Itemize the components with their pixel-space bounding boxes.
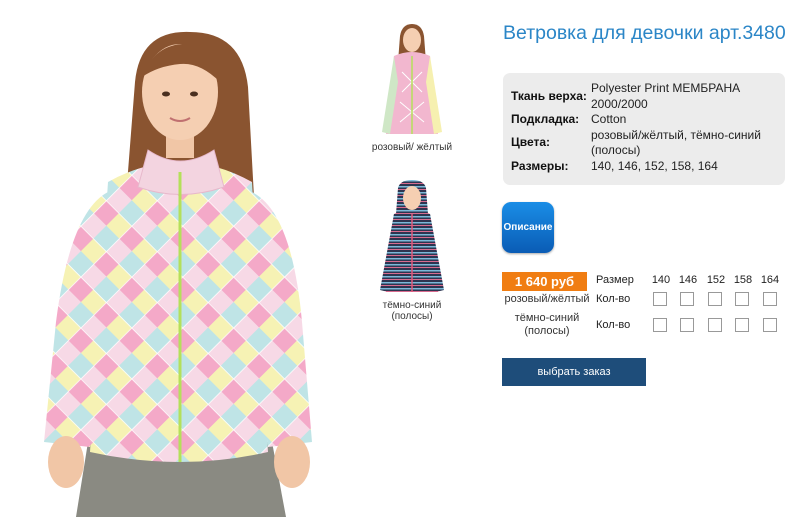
size-column-label: Размер bbox=[596, 274, 634, 286]
size-header: 164 bbox=[760, 274, 780, 286]
specs-table: Ткань верха: Polyester Print МЕМБРАНА 20… bbox=[511, 81, 779, 174]
spec-value: Polyester Print МЕМБРАНА 2000/2000 bbox=[591, 81, 741, 111]
order-button[interactable]: выбрать заказ bbox=[502, 358, 646, 386]
qty-checkbox[interactable] bbox=[735, 318, 749, 332]
size-header: 146 bbox=[678, 274, 698, 286]
qty-checkbox[interactable] bbox=[763, 292, 777, 306]
spec-key: Подкладка: bbox=[511, 112, 580, 126]
row-color-name: розовый/жёлтый bbox=[504, 293, 590, 305]
pink-yellow-jacket-photo-icon bbox=[382, 24, 442, 134]
price-badge: 1 640 руб bbox=[502, 272, 587, 291]
thumbnail-pink-yellow[interactable]: розовый/ жёлтый bbox=[370, 22, 454, 153]
spec-row: Цвета: розовый/жёлтый, тёмно-синий (поло… bbox=[511, 128, 779, 159]
thumbnail-label: тёмно-синий (полосы) bbox=[382, 300, 442, 322]
size-header: 140 bbox=[651, 274, 671, 286]
qty-checkbox[interactable] bbox=[763, 318, 777, 332]
qty-checkbox[interactable] bbox=[680, 292, 694, 306]
qty-checkbox[interactable] bbox=[708, 292, 722, 306]
qty-checkbox[interactable] bbox=[653, 292, 667, 306]
spec-row: Ткань верха: Polyester Print МЕМБРАНА 20… bbox=[511, 81, 779, 112]
thumbnail-label: розовый/ жёлтый bbox=[371, 142, 453, 153]
qty-label: Кол-во bbox=[596, 293, 631, 305]
spec-value: 140, 146, 152, 158, 164 bbox=[591, 158, 718, 173]
qty-checkbox[interactable] bbox=[708, 318, 722, 332]
spec-row: Подкладка: Cotton bbox=[511, 112, 779, 128]
spec-row: Размеры: 140, 146, 152, 158, 164 bbox=[511, 159, 779, 175]
main-product-image bbox=[30, 22, 330, 517]
spec-key: Ткань верха: bbox=[511, 88, 587, 103]
qty-checkbox[interactable] bbox=[680, 318, 694, 332]
qty-checkbox[interactable] bbox=[735, 292, 749, 306]
qty-label: Кол-во bbox=[596, 319, 631, 331]
product-title: Ветровка для девочки арт.3480 bbox=[503, 22, 786, 44]
spec-value: Cotton bbox=[591, 112, 627, 126]
navy-striped-jacket-photo-icon bbox=[380, 180, 444, 292]
spec-value: розовый/жёлтый, тёмно-синий (полосы) bbox=[591, 127, 761, 158]
size-header: 158 bbox=[733, 274, 753, 286]
qty-checkbox[interactable] bbox=[653, 318, 667, 332]
row-color-name: тёмно-синий (полосы) bbox=[514, 312, 580, 337]
specs-box: Ткань верха: Polyester Print МЕМБРАНА 20… bbox=[503, 73, 785, 185]
size-header: 152 bbox=[706, 274, 726, 286]
spec-key: Размеры: bbox=[511, 158, 569, 173]
spec-key: Цвета: bbox=[511, 135, 551, 150]
description-button[interactable]: Описание bbox=[502, 202, 554, 253]
thumbnail-navy-striped[interactable]: тёмно-синий (полосы) bbox=[370, 180, 454, 322]
